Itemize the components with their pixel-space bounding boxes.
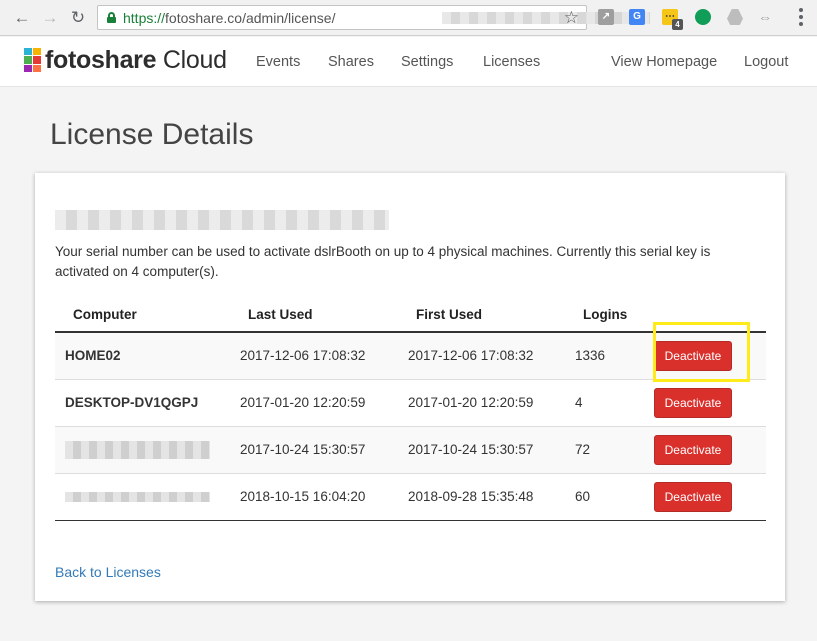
computer-name: HOME02 — [55, 331, 229, 379]
nav-events[interactable]: Events — [256, 54, 300, 70]
first-used: 2017-10-24 15:30:57 — [397, 425, 565, 473]
sync-arrows-icon[interactable]: ⇔ — [757, 9, 773, 25]
nav-licenses[interactable]: Licenses — [483, 54, 540, 70]
browser-toolbar: ← → ↻ https://fotoshare.co/admin/license… — [0, 0, 817, 36]
nav-view-homepage[interactable]: View Homepage — [611, 54, 717, 70]
google-translate-icon[interactable]: G — [629, 9, 645, 25]
page-title: License Details — [50, 118, 254, 151]
nav-logout[interactable]: Logout — [744, 54, 788, 70]
col-first-used: First Used — [397, 290, 565, 333]
col-logins: Logins — [565, 290, 654, 333]
redacted-computer-name — [65, 440, 210, 459]
extension-chart-icon[interactable]: ↗ — [598, 9, 614, 25]
lock-icon — [107, 12, 116, 23]
last-used: 2017-12-06 17:08:32 — [229, 331, 397, 379]
col-computer: Computer — [55, 290, 229, 333]
address-bar[interactable]: https://fotoshare.co/admin/license/ ☆ — [97, 5, 650, 30]
deactivate-button[interactable]: Deactivate — [654, 481, 732, 512]
redacted-computer-name — [65, 492, 210, 503]
redacted-serial-number — [55, 210, 389, 230]
last-used: 2018-10-15 16:04:20 — [229, 472, 397, 521]
table-row: 2017-10-24 15:30:57 2017-10-24 15:30:57 … — [55, 425, 766, 473]
last-used: 2017-10-24 15:30:57 — [229, 425, 397, 473]
first-used: 2017-01-20 12:20:59 — [397, 378, 565, 426]
first-used: 2017-12-06 17:08:32 — [397, 331, 565, 379]
forward-arrow-icon[interactable]: → — [40, 8, 60, 28]
computer-name: DESKTOP-DV1QGPJ — [55, 378, 229, 426]
table-row: 2018-10-15 16:04:20 2018-09-28 15:35:48 … — [55, 472, 766, 521]
logins-count: 4 — [565, 378, 654, 426]
reload-icon[interactable]: ↻ — [68, 8, 88, 28]
fotoshare-logo[interactable]: fotoshare Cloud — [24, 46, 227, 74]
logins-count: 72 — [565, 425, 654, 473]
bookmark-star-icon[interactable]: ☆ — [564, 8, 579, 28]
table-header-row: Computer Last Used First Used Logins — [55, 290, 766, 333]
last-used: 2017-01-20 12:20:59 — [229, 378, 397, 426]
back-arrow-icon[interactable]: ← — [12, 8, 32, 28]
first-used: 2018-09-28 15:35:48 — [397, 472, 565, 521]
table-row: DESKTOP-DV1QGPJ 2017-01-20 12:20:59 2017… — [55, 378, 766, 426]
license-description: Your serial number can be used to activa… — [55, 244, 711, 279]
col-last-used: Last Used — [229, 290, 397, 333]
computers-table: Computer Last Used First Used Logins HOM… — [55, 290, 766, 521]
back-to-licenses-link[interactable]: Back to Licenses — [55, 564, 161, 580]
logins-count: 60 — [565, 472, 654, 521]
table-row: HOME02 2017-12-06 17:08:32 2017-12-06 17… — [55, 331, 766, 379]
url-text: https://fotoshare.co/admin/license/ — [123, 10, 336, 26]
license-card: Your serial number can be used to activa… — [35, 173, 785, 601]
nav-settings[interactable]: Settings — [401, 54, 453, 70]
extension-badge: 4 — [672, 19, 683, 30]
redacted-url-segment — [442, 12, 650, 24]
nav-shares[interactable]: Shares — [328, 54, 374, 70]
deactivate-button[interactable]: Deactivate — [654, 340, 732, 371]
site-header: fotoshare Cloud Events Shares Settings L… — [0, 37, 817, 87]
drive-icon[interactable] — [727, 9, 743, 25]
browser-menu-icon[interactable] — [799, 8, 803, 26]
logo-mark-icon — [24, 48, 41, 72]
hangouts-icon[interactable] — [695, 9, 711, 25]
col-action — [654, 290, 766, 333]
deactivate-button[interactable]: Deactivate — [654, 434, 732, 465]
deactivate-button[interactable]: Deactivate — [654, 387, 732, 418]
logins-count: 1336 — [565, 331, 654, 379]
